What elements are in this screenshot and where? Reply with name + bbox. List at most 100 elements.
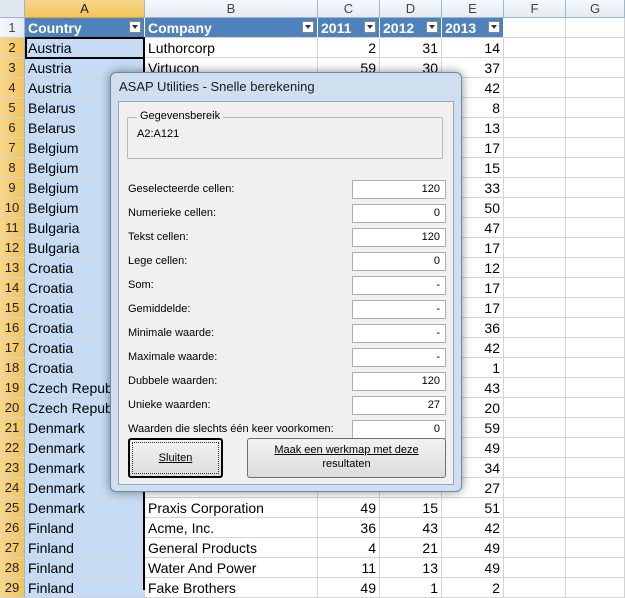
grid-cell[interactable]: 13 xyxy=(380,558,442,578)
grid-cell[interactable] xyxy=(504,18,566,38)
grid-cell[interactable] xyxy=(504,78,566,98)
stat-value-field[interactable]: 0 xyxy=(352,420,446,439)
grid-cell[interactable] xyxy=(566,558,625,578)
grid-cell[interactable] xyxy=(504,338,566,358)
grid-cell[interactable] xyxy=(504,398,566,418)
grid-cell[interactable]: 15 xyxy=(380,498,442,518)
grid-cell[interactable] xyxy=(566,218,625,238)
grid-cell[interactable]: 49 xyxy=(318,578,380,598)
grid-cell[interactable] xyxy=(566,138,625,158)
filter-dropdown-icon[interactable] xyxy=(364,21,376,33)
grid-cell[interactable]: 14 xyxy=(442,38,504,58)
stat-value-field[interactable]: 120 xyxy=(352,228,446,247)
grid-cell[interactable] xyxy=(566,98,625,118)
grid-cell[interactable] xyxy=(504,518,566,538)
row-header[interactable]: 27 xyxy=(0,538,25,558)
stat-value-field[interactable]: - xyxy=(352,300,446,319)
grid-cell[interactable] xyxy=(566,378,625,398)
grid-cell[interactable] xyxy=(504,38,566,58)
grid-cell[interactable] xyxy=(566,538,625,558)
grid-cell[interactable]: 42 xyxy=(442,518,504,538)
row-header[interactable]: 18 xyxy=(0,358,25,378)
grid-cell[interactable]: Finland xyxy=(25,558,145,578)
column-header-b[interactable]: B xyxy=(145,0,318,18)
stat-value-field[interactable]: - xyxy=(352,276,446,295)
row-header[interactable]: 3 xyxy=(0,58,25,78)
dialog-title[interactable]: ASAP Utilities - Snelle berekening xyxy=(111,73,469,101)
row-header[interactable]: 21 xyxy=(0,418,25,438)
row-header[interactable]: 25 xyxy=(0,498,25,518)
grid-cell[interactable]: Luthorcorp xyxy=(145,38,318,58)
header-cell[interactable]: Company xyxy=(145,18,318,38)
grid-cell[interactable] xyxy=(504,58,566,78)
header-cell[interactable]: Country xyxy=(25,18,145,38)
grid-cell[interactable]: 51 xyxy=(442,498,504,518)
row-header[interactable]: 23 xyxy=(0,458,25,478)
grid-cell[interactable]: 21 xyxy=(380,538,442,558)
row-header[interactable]: 1 xyxy=(0,18,25,38)
stat-value-field[interactable]: 120 xyxy=(352,180,446,199)
grid-cell[interactable] xyxy=(504,218,566,238)
grid-cell[interactable] xyxy=(566,278,625,298)
grid-cell[interactable]: 49 xyxy=(442,558,504,578)
row-header[interactable]: 14 xyxy=(0,278,25,298)
row-header[interactable]: 11 xyxy=(0,218,25,238)
grid-cell[interactable] xyxy=(504,438,566,458)
row-header[interactable]: 15 xyxy=(0,298,25,318)
grid-cell[interactable] xyxy=(504,258,566,278)
grid-cell[interactable] xyxy=(566,578,625,598)
grid-cell[interactable] xyxy=(566,338,625,358)
grid-cell[interactable]: General Products xyxy=(145,538,318,558)
grid-cell[interactable] xyxy=(504,238,566,258)
row-header[interactable]: 9 xyxy=(0,178,25,198)
grid-cell[interactable] xyxy=(504,558,566,578)
grid-cell[interactable]: 49 xyxy=(442,538,504,558)
grid-cell[interactable] xyxy=(566,498,625,518)
row-header[interactable]: 13 xyxy=(0,258,25,278)
grid-cell[interactable] xyxy=(566,478,625,498)
row-header[interactable]: 10 xyxy=(0,198,25,218)
row-header[interactable]: 8 xyxy=(0,158,25,178)
column-header-c[interactable]: C xyxy=(318,0,380,18)
grid-cell[interactable]: 2 xyxy=(442,578,504,598)
grid-cell[interactable]: Acme, Inc. xyxy=(145,518,318,538)
row-header[interactable]: 12 xyxy=(0,238,25,258)
grid-cell[interactable] xyxy=(566,518,625,538)
grid-cell[interactable]: Water And Power xyxy=(145,558,318,578)
grid-cell[interactable]: Denmark xyxy=(25,498,145,518)
grid-cell[interactable] xyxy=(504,538,566,558)
grid-cell[interactable]: 1 xyxy=(380,578,442,598)
grid-cell[interactable] xyxy=(566,38,625,58)
grid-cell[interactable]: 43 xyxy=(380,518,442,538)
grid-cell[interactable] xyxy=(504,378,566,398)
grid-cell[interactable] xyxy=(566,238,625,258)
grid-cell[interactable] xyxy=(566,258,625,278)
stat-value-field[interactable]: - xyxy=(352,348,446,367)
row-header[interactable]: 5 xyxy=(0,98,25,118)
grid-cell[interactable] xyxy=(566,318,625,338)
grid-cell[interactable]: 49 xyxy=(318,498,380,518)
grid-cell[interactable]: Finland xyxy=(25,578,145,598)
grid-cell[interactable]: 36 xyxy=(318,518,380,538)
close-button[interactable]: Sluiten xyxy=(128,438,223,478)
grid-cell[interactable] xyxy=(504,298,566,318)
grid-cell[interactable] xyxy=(566,298,625,318)
stat-value-field[interactable]: 0 xyxy=(352,204,446,223)
grid-cell[interactable] xyxy=(504,178,566,198)
grid-cell[interactable] xyxy=(566,18,625,38)
filter-dropdown-icon[interactable] xyxy=(302,21,314,33)
filter-dropdown-icon[interactable] xyxy=(129,21,141,33)
row-header[interactable]: 17 xyxy=(0,338,25,358)
row-header[interactable]: 19 xyxy=(0,378,25,398)
row-header[interactable]: 20 xyxy=(0,398,25,418)
select-all-corner[interactable] xyxy=(0,0,25,18)
filter-dropdown-icon[interactable] xyxy=(488,21,500,33)
grid-cell[interactable]: 2 xyxy=(318,38,380,58)
grid-cell[interactable] xyxy=(504,278,566,298)
grid-cell[interactable] xyxy=(504,138,566,158)
grid-cell[interactable] xyxy=(504,358,566,378)
row-header[interactable]: 28 xyxy=(0,558,25,578)
grid-cell[interactable] xyxy=(504,198,566,218)
row-header[interactable]: 24 xyxy=(0,478,25,498)
grid-cell[interactable] xyxy=(566,458,625,478)
